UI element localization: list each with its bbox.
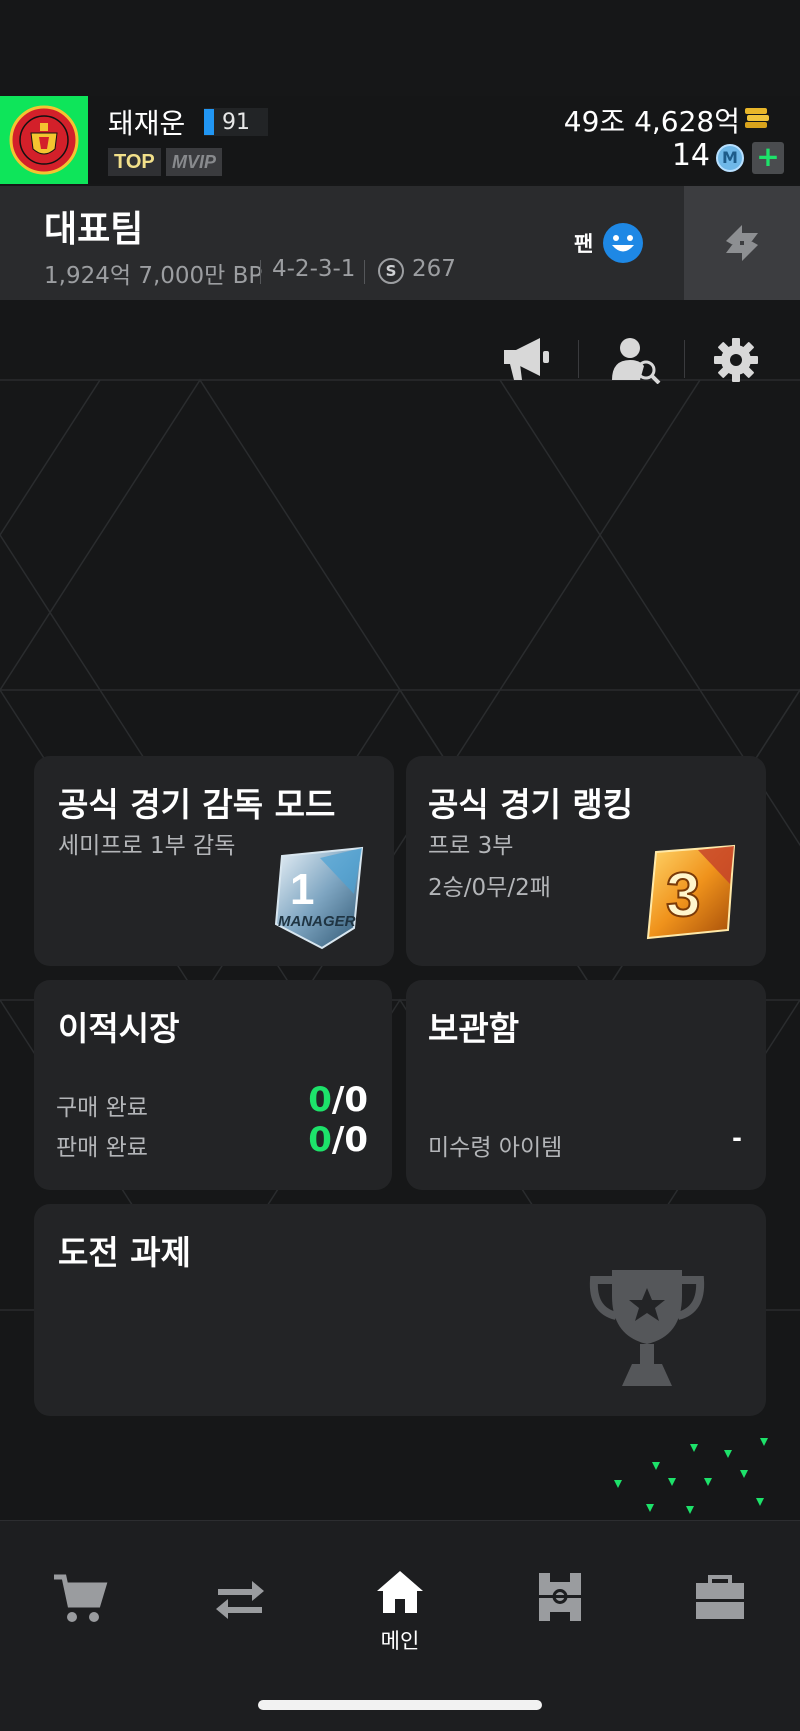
card-title: 공식 경기 랭킹 [428, 785, 634, 824]
mcoin-icon: M [716, 144, 744, 172]
transfer-arrows-icon [216, 1581, 264, 1619]
buy-done-count: 0 [308, 1080, 332, 1120]
user-search-icon[interactable] [610, 336, 662, 384]
club-crest[interactable] [0, 96, 88, 184]
level-progress [204, 109, 214, 135]
manager-emblem-number: 1 [290, 865, 314, 914]
decor-arrow [760, 1438, 768, 1446]
megaphone-icon[interactable] [500, 336, 552, 382]
card-title: 도전 과제 [58, 1233, 191, 1272]
salary-icon: S [378, 258, 404, 284]
home-icon [377, 1571, 423, 1613]
decor-arrow [652, 1462, 660, 1470]
ranking-emblem-number: 3 [666, 861, 700, 930]
toolbar-divider [578, 340, 579, 378]
nickname: 돼재운 [108, 107, 186, 140]
team-salary: 267 [412, 256, 456, 282]
transfer-market-card[interactable]: 이적시장 구매 완료 0/0 판매 완료 0/0 [34, 980, 392, 1190]
manager-mode-card[interactable]: 공식 경기 감독 모드 세미프로 1부 감독 1 MANAGER [34, 756, 394, 966]
decor-arrow [668, 1478, 676, 1486]
manager-emblem-icon: 1 MANAGER [274, 846, 364, 950]
team-bar[interactable]: 대표팀 1,924억 7,000만 BP 4-2-3-1 S 267 팬 [0, 186, 800, 300]
ranking-card[interactable]: 공식 경기 랭킹 프로 3부 2승/0무/2패 3 [406, 756, 766, 966]
nav-label-main: 메인 [380, 1629, 420, 1653]
vip-label: VIP [187, 152, 217, 172]
club-crest-icon [9, 105, 79, 175]
sell-done-count: 0 [308, 1120, 332, 1160]
mcoin-amount: 14 [671, 138, 710, 173]
card-title: 보관함 [428, 1009, 520, 1048]
level-indicator: 91 [204, 108, 268, 136]
fan-label: 팬 [574, 232, 594, 256]
swap-icon [726, 225, 758, 261]
decor-arrow [740, 1470, 748, 1478]
ranking-emblem-icon: 3 [646, 844, 736, 940]
ranking-division: 프로 3부 [428, 833, 514, 859]
decor-arrow [704, 1478, 712, 1486]
decor-arrow [614, 1480, 622, 1488]
vip-badge: MVIP [166, 148, 223, 176]
card-title: 이적시장 [58, 1009, 180, 1048]
team-bp: 1,924억 7,000만 BP [44, 263, 263, 289]
manager-emblem-text: MANAGER [278, 913, 356, 930]
unclaimed-items-label: 미수령 아이템 [428, 1135, 563, 1161]
decor-arrow [724, 1450, 732, 1458]
decor-arrow [646, 1504, 654, 1512]
home-indicator [258, 1700, 542, 1710]
profile-header: 돼재운 91 TOP MVIP 49조 4,628억 14 M + [0, 96, 800, 184]
briefcase-icon [696, 1575, 744, 1619]
nav-item-squad[interactable] [510, 1561, 610, 1651]
cart-icon [54, 1574, 108, 1622]
pitch-icon [539, 1573, 581, 1621]
nav-item-inventory[interactable] [670, 1561, 770, 1651]
level-value: 91 [222, 109, 250, 135]
decor-arrow [690, 1444, 698, 1452]
storage-card[interactable]: 보관함 미수령 아이템 - [406, 980, 766, 1190]
trophy-icon [589, 1270, 705, 1386]
manager-division: 세미프로 1부 감독 [58, 833, 236, 859]
nav-item-main[interactable]: 메인 [350, 1561, 450, 1653]
sell-complete-label: 판매 완료 [56, 1135, 148, 1161]
fan-smiley-icon[interactable] [602, 222, 644, 264]
divider [260, 260, 261, 284]
card-title: 공식 경기 감독 모드 [58, 785, 336, 824]
buy-complete-value: 0/0 [308, 1080, 368, 1120]
gold-coins-icon [745, 108, 769, 128]
buy-total: /0 [331, 1080, 368, 1120]
settings-gear-icon[interactable] [712, 336, 760, 384]
toolbar-divider [684, 340, 685, 378]
challenge-card[interactable]: 도전 과제 [34, 1204, 766, 1416]
team-swap-button[interactable] [684, 186, 800, 300]
buy-complete-label: 구매 완료 [56, 1095, 148, 1121]
mvip-m-glyph: M [172, 152, 187, 172]
unclaimed-items-value: - [732, 1124, 742, 1152]
add-mcoin-button[interactable]: + [752, 142, 784, 174]
divider [364, 260, 365, 284]
ranking-record: 2승/0무/2패 [428, 875, 551, 901]
sell-total: /0 [331, 1120, 368, 1160]
nav-item-shop[interactable] [30, 1561, 130, 1651]
team-formation: 4-2-3-1 [272, 256, 356, 282]
decor-arrow [686, 1506, 694, 1514]
gold-amount: 49조 4,628억 [563, 105, 740, 138]
team-title: 대표팀 [44, 209, 144, 250]
top-badge: TOP [108, 148, 161, 176]
sell-complete-value: 0/0 [308, 1120, 368, 1160]
decor-arrow [756, 1498, 764, 1506]
nav-item-transfer[interactable] [190, 1561, 290, 1651]
